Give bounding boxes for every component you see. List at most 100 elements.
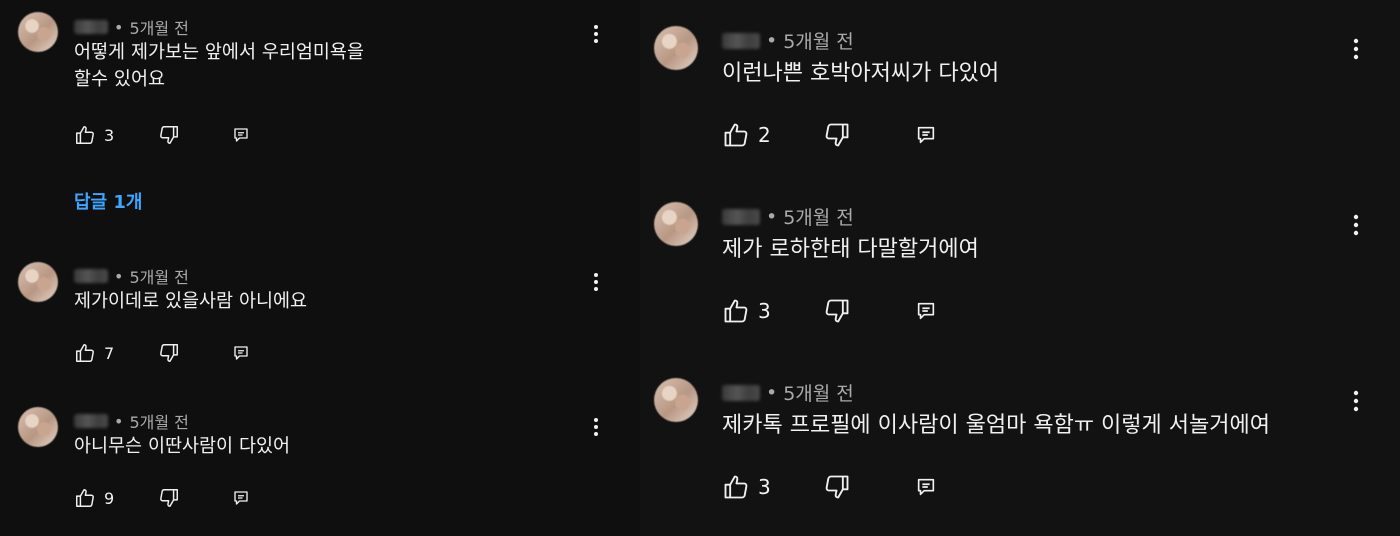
- more-vert-icon[interactable]: [588, 22, 604, 50]
- reply-button[interactable]: [232, 344, 250, 362]
- dislike-button[interactable]: [823, 121, 851, 149]
- comment-actions: 3: [74, 124, 250, 146]
- dislike-button[interactable]: [158, 487, 180, 509]
- comment-time[interactable]: 5개월 전: [129, 409, 188, 433]
- comment-time[interactable]: 5개월 전: [783, 203, 854, 230]
- more-vert-icon[interactable]: [1348, 36, 1364, 66]
- like-button[interactable]: 2: [722, 121, 771, 149]
- more-vert-icon[interactable]: [588, 415, 604, 443]
- reply-icon: [232, 126, 250, 144]
- comment-actions: 3: [722, 297, 937, 325]
- comment-actions: 7: [74, 342, 250, 364]
- reply-icon: [915, 476, 937, 498]
- reply-button[interactable]: [232, 126, 250, 144]
- avatar[interactable]: [18, 262, 58, 302]
- dislike-button[interactable]: [158, 342, 180, 364]
- reply-button[interactable]: [915, 300, 937, 322]
- avatar[interactable]: [654, 26, 698, 70]
- avatar[interactable]: [18, 12, 58, 52]
- comment-time[interactable]: 5개월 전: [783, 27, 854, 54]
- blurred-author-name[interactable]: [722, 384, 760, 401]
- blurred-author-name[interactable]: [74, 20, 108, 34]
- thumbs-down-icon: [158, 124, 180, 146]
- comment-text: 아니무슨 이딴사람이 다있어: [74, 434, 290, 461]
- comment-time[interactable]: 5개월 전: [129, 264, 188, 288]
- separator-dot: •: [114, 411, 124, 431]
- separator-dot: •: [766, 29, 778, 52]
- more-vert-icon[interactable]: [588, 270, 604, 298]
- blurred-author-name[interactable]: [722, 208, 760, 225]
- reply-button[interactable]: [915, 124, 937, 146]
- reply-button[interactable]: [232, 489, 250, 507]
- thumbs-down-icon: [823, 297, 851, 325]
- comment-text: 이런나쁜 호박아저씨가 다있어: [722, 58, 999, 90]
- like-button[interactable]: 7: [74, 342, 114, 364]
- avatar[interactable]: [18, 407, 58, 447]
- comment-meta: • 5개월 전: [74, 409, 189, 433]
- comment-text-line: 이런나쁜 호박아저씨가 다있어: [722, 61, 1000, 86]
- separator-dot: •: [114, 266, 124, 286]
- thumbs-up-icon: [74, 124, 96, 146]
- avatar[interactable]: [654, 202, 698, 246]
- thumbs-down-icon: [823, 473, 851, 501]
- reply-icon: [232, 489, 250, 507]
- thumbs-up-icon: [722, 473, 750, 501]
- reply-button[interactable]: [915, 476, 937, 498]
- comment-text-line: 제카톡 프로필에 이사람이 울엄마 욕함ㅠ 이렇게 서놀거에여: [722, 413, 1270, 438]
- like-count: 9: [104, 488, 115, 508]
- comment-meta: • 5개월 전: [722, 379, 854, 406]
- thumbs-down-icon: [158, 487, 180, 509]
- reply-icon: [232, 344, 250, 362]
- comment-text: 어떻게 제가보는 앞에서 우리엄미욕을 할수 있어요: [74, 40, 364, 94]
- comment-time[interactable]: 5개월 전: [783, 379, 854, 406]
- comment-time[interactable]: 5개월 전: [129, 15, 188, 39]
- comment-text: 제가 로하한태 다말할거에여: [722, 234, 979, 266]
- comment-actions: 9: [74, 487, 250, 509]
- more-vert-icon[interactable]: [1348, 388, 1364, 418]
- comment-meta: • 5개월 전: [722, 27, 854, 54]
- separator-dot: •: [114, 17, 124, 37]
- thumbs-down-icon: [158, 342, 180, 364]
- comment-actions: 3: [722, 473, 937, 501]
- thumbs-up-icon: [74, 342, 96, 364]
- separator-dot: •: [766, 205, 778, 228]
- separator-dot: •: [766, 381, 778, 404]
- comment-text-line: 제가 로하한태 다말할거에여: [722, 237, 979, 262]
- like-button[interactable]: 3: [722, 297, 771, 325]
- comment-text-line: 할수 있어요: [74, 68, 165, 90]
- avatar[interactable]: [654, 378, 698, 422]
- thumbs-up-icon: [722, 297, 750, 325]
- like-count: 3: [758, 475, 771, 499]
- comment-text-line: 제가이데로 있을사람 아니에요: [74, 291, 308, 312]
- more-vert-icon[interactable]: [1348, 212, 1364, 242]
- like-button[interactable]: 9: [74, 487, 114, 509]
- thumbs-up-icon: [722, 121, 750, 149]
- comment-meta: • 5개월 전: [74, 264, 189, 288]
- like-count: 3: [758, 299, 771, 323]
- comment-text: 제가이데로 있을사람 아니에요: [74, 289, 307, 316]
- like-count: 7: [104, 343, 115, 363]
- dislike-button[interactable]: [158, 124, 180, 146]
- blurred-author-name[interactable]: [74, 414, 108, 428]
- right-comment-column: • 5개월 전 이런나쁜 호박아저씨가 다있어 2 • 5개월 전 제가 로하한…: [640, 0, 1400, 536]
- thumbs-down-icon: [823, 121, 851, 149]
- comment-text: 제카톡 프로필에 이사람이 울엄마 욕함ㅠ 이렇게 서놀거에여: [722, 410, 1270, 442]
- comment-actions: 2: [722, 121, 937, 149]
- blurred-author-name[interactable]: [74, 269, 108, 283]
- like-count: 2: [758, 123, 771, 147]
- blurred-author-name[interactable]: [722, 32, 760, 49]
- reply-icon: [915, 124, 937, 146]
- view-replies-button[interactable]: 답글 1개: [74, 188, 142, 214]
- comment-text-line: 어떻게 제가보는 앞에서 우리엄미욕을: [74, 42, 364, 63]
- like-button[interactable]: 3: [74, 124, 114, 146]
- dislike-button[interactable]: [823, 473, 851, 501]
- reply-icon: [915, 300, 937, 322]
- like-button[interactable]: 3: [722, 473, 771, 501]
- comment-text-line: 아니무슨 이딴사람이 다있어: [74, 436, 291, 457]
- left-comment-column: • 5개월 전 어떻게 제가보는 앞에서 우리엄미욕을 할수 있어요 3 답글 …: [0, 0, 640, 536]
- comment-meta: • 5개월 전: [74, 15, 189, 39]
- dislike-button[interactable]: [823, 297, 851, 325]
- thumbs-up-icon: [74, 487, 96, 509]
- like-count: 3: [104, 125, 115, 145]
- comment-meta: • 5개월 전: [722, 203, 854, 230]
